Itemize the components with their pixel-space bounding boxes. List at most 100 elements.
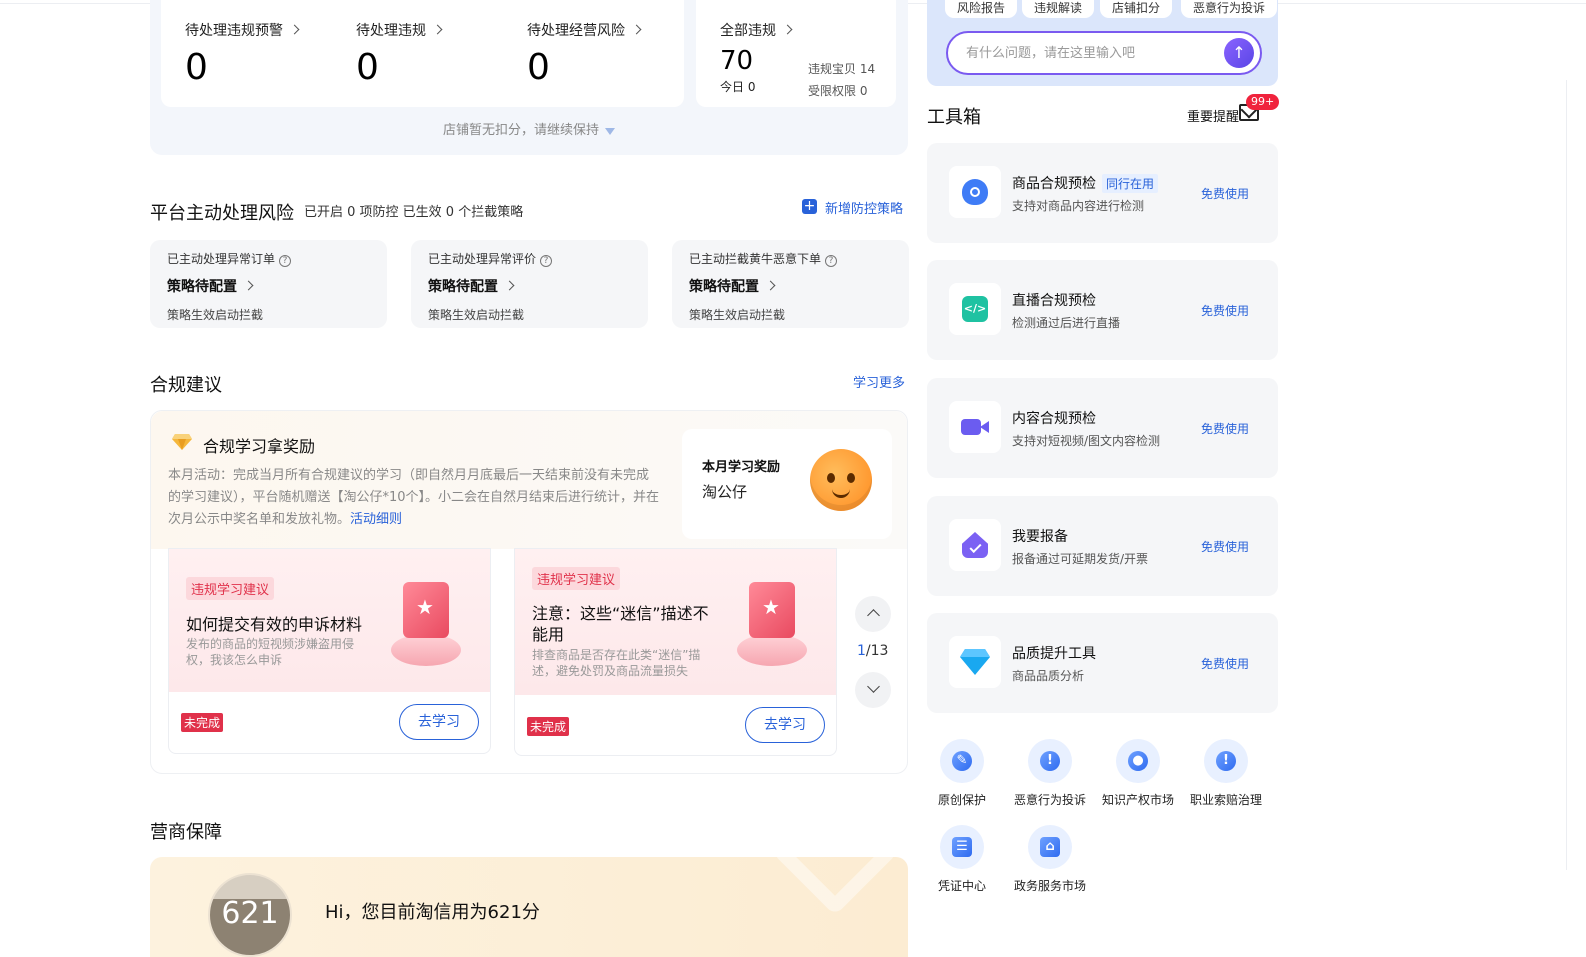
study-button[interactable]: 去学习 (399, 704, 479, 740)
pending-risk-item[interactable]: 待处理经营风险 0 (527, 20, 642, 88)
risk-card-orders[interactable]: 已主动处理异常订单? 策略待配置 策略生效启动拦截 (150, 240, 387, 328)
pending-violation-label: 待处理违规 (356, 23, 426, 39)
caret-down-icon (605, 128, 615, 135)
item-violation-count: 违规宝贝 14 (808, 62, 876, 76)
platform-risk-summary: 已开启 0 项防控 已生效 0 个拦截策略 (304, 205, 524, 220)
free-use-link[interactable]: 免费使用 (1201, 302, 1249, 319)
quick-question-chip[interactable]: 风险报告 (945, 0, 1018, 18)
toolbox-title: 工具箱 (927, 107, 981, 128)
book-icon: ★ (737, 582, 811, 666)
bulb-icon[interactable]: ● (1116, 739, 1160, 783)
reward-title: 合规学习拿奖励 (203, 437, 316, 456)
tool-card-product-check[interactable]: 商品合规预检 同行在用 支持对商品内容进行检测 免费使用 (927, 143, 1278, 243)
important-reminder-label[interactable]: 重要提醒 (1187, 106, 1239, 125)
tool-description: 支持对短视频/图文内容检测 (1012, 434, 1161, 448)
pending-warning-label: 待处理违规预警 (185, 23, 283, 39)
chevron-right-icon (782, 24, 793, 35)
platform-risk-title: 平台主动处理风险 (150, 203, 294, 224)
compliance-title: 合规建议 (150, 375, 222, 396)
quick-link-label[interactable]: 政务服务市场 (1014, 877, 1086, 894)
decoration-shape (771, 857, 899, 916)
compliance-box: 合规学习拿奖励 本月活动：完成当月所有合规建议的学习（即自然月月底最后一天结束前… (150, 410, 908, 774)
compliance-reward-banner: 合规学习拿奖励 本月活动：完成当月所有合规建议的学习（即自然月月底最后一天结束前… (151, 411, 907, 549)
lesson-title: 注意：这些“迷信”描述不能用 (532, 604, 709, 644)
alert-icon[interactable]: ! (1028, 739, 1072, 783)
tool-description: 检测通过后进行直播 (1012, 316, 1121, 330)
scroll-up-button[interactable] (855, 596, 891, 632)
quick-link-label[interactable]: 凭证中心 (938, 877, 986, 894)
quick-link-label[interactable]: 知识产权市场 (1102, 791, 1174, 808)
tool-card-report-filing[interactable]: 我要报备 报备通过可延期发货/开票 免费使用 (927, 496, 1278, 596)
tool-card-live-check[interactable]: </> 直播合规预检 检测通过后进行直播 免费使用 (927, 260, 1278, 360)
peer-using-badge: 同行在用 (1102, 174, 1159, 193)
tool-description: 商品品质分析 (1012, 669, 1085, 683)
activity-rules-link[interactable]: 活动细则 (350, 512, 402, 527)
all-violations-card[interactable]: 全部违规 70 今日 0 违规宝贝 14 受限权限 0 (696, 0, 896, 107)
all-violations-value: 70 (720, 46, 754, 76)
risk-card-reviews[interactable]: 已主动处理异常评价? 策略待配置 策略生效启动拦截 (411, 240, 648, 328)
chevron-right-icon (289, 24, 300, 35)
lesson-tag: 违规学习建议 (186, 577, 275, 600)
government-icon[interactable]: ⌂ (1028, 825, 1072, 869)
code-icon: </> (949, 283, 1001, 335)
video-camera-icon (949, 401, 1001, 453)
page-scrollbar[interactable] (1566, 80, 1567, 870)
free-use-link[interactable]: 免费使用 (1201, 420, 1249, 437)
activity-description: 本月活动：完成当月所有合规建议的学习（即自然月月底最后一天结束前没有未完成的学习… (168, 468, 660, 527)
ticket-icon[interactable]: ☰ (940, 825, 984, 869)
quick-question-chip[interactable]: 违规解读 (1022, 0, 1095, 18)
lesson-card[interactable]: 违规学习建议 如何提交有效的申诉材料 发布的商品的短视频涉嫌盗用侵权，我该怎么申… (168, 548, 491, 754)
question-icon[interactable]: ? (279, 255, 292, 267)
quick-question-chip[interactable]: 店铺扣分 (1100, 0, 1173, 18)
free-use-link[interactable]: 免费使用 (1201, 538, 1249, 555)
add-strategy-button[interactable]: + 新增防控策略 (802, 198, 903, 217)
lesson-description: 发布的商品的短视频涉嫌盗用侵权，我该怎么申诉 (186, 637, 355, 667)
month-reward-label: 本月学习奖励 (702, 460, 781, 475)
all-violations-label: 全部违规 (720, 23, 776, 39)
book-icon: ★ (391, 582, 465, 666)
guarantee-title: 营商保障 (150, 822, 222, 843)
quick-link-label[interactable]: 原创保护 (938, 791, 986, 808)
pending-warning-item[interactable]: 待处理违规预警 0 (185, 20, 300, 88)
assistant-input[interactable] (966, 43, 1216, 63)
credit-greeting: Hi，您目前淘信用为621分 (325, 902, 540, 923)
tool-description: 报备通过可延期发货/开票 (1012, 552, 1149, 566)
pending-violation-value: 0 (356, 47, 379, 88)
free-use-link[interactable]: 免费使用 (1201, 185, 1249, 202)
assistant-input-box: ↑ (946, 31, 1262, 75)
month-reward-card: 本月学习奖励 淘公仔 (682, 429, 892, 539)
tool-title: 内容合规预检 (1012, 411, 1096, 427)
quick-link-label[interactable]: 职业索赔治理 (1190, 791, 1262, 808)
send-arrow-icon[interactable]: ↑ (1224, 38, 1254, 68)
reminder-badge: 99+ (1246, 94, 1280, 110)
incomplete-badge: 未完成 (527, 717, 570, 736)
lesson-title: 如何提交有效的申诉材料 (186, 615, 363, 634)
pending-card: 待处理违规预警 0 待处理违规 0 待处理经营风险 0 (161, 0, 684, 107)
scroll-down-button[interactable] (855, 672, 891, 708)
free-use-link[interactable]: 免费使用 (1201, 655, 1249, 672)
add-strategy-label: 新增防控策略 (825, 202, 904, 217)
alert-icon[interactable]: ! (1204, 739, 1248, 783)
quick-link-label[interactable]: 恶意行为投诉 (1014, 791, 1086, 808)
pending-violation-item[interactable]: 待处理违规 0 (356, 20, 443, 88)
deduction-status[interactable]: 店铺暂无扣分，请继续保持 (150, 119, 908, 138)
quick-question-chip[interactable]: 恶意行为投诉 (1181, 0, 1278, 18)
tool-title: 直播合规预检 (1012, 293, 1096, 309)
learn-more-link[interactable]: 学习更多 (853, 372, 905, 391)
tool-card-quality-tool[interactable]: 品质提升工具 商品品质分析 免费使用 (927, 613, 1278, 713)
chevron-up-icon (867, 609, 880, 622)
lesson-description: 排查商品是否存在此类“迷信”描述，避免处罚及商品流量损失 (532, 648, 701, 678)
lesson-card[interactable]: 违规学习建议 注意：这些“迷信”描述不能用 排查商品是否存在此类“迷信”描述，避… (514, 548, 837, 756)
study-button[interactable]: 去学习 (745, 707, 825, 743)
chevron-right-icon (765, 280, 776, 291)
edit-icon[interactable]: ✎ (940, 739, 984, 783)
tool-title: 品质提升工具 (1012, 646, 1096, 662)
tool-card-content-check[interactable]: 内容合规预检 支持对短视频/图文内容检测 免费使用 (927, 378, 1278, 478)
risk-card-scalpers[interactable]: 已主动拦截黄牛恶意下单? 策略待配置 策略生效启动拦截 (672, 240, 909, 328)
diamond-icon (171, 433, 193, 451)
plus-icon: + (802, 198, 817, 214)
question-icon[interactable]: ? (540, 255, 553, 267)
credit-score: 621 (208, 873, 292, 957)
shield-search-icon (949, 166, 1001, 218)
question-icon[interactable]: ? (825, 255, 838, 267)
